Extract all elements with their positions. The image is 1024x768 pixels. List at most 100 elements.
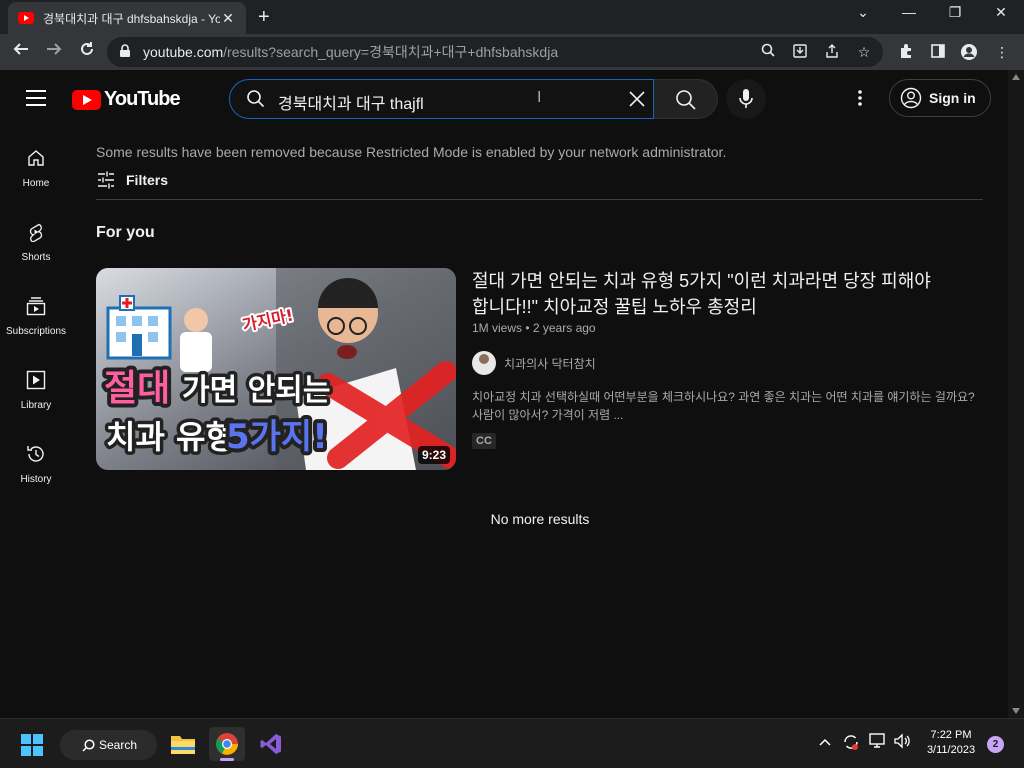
- notification-badge[interactable]: 2: [987, 736, 1004, 753]
- masthead: YouTube 경북대치과 대구 thajfl I Sign in: [0, 70, 1008, 126]
- video-duration: 9:23: [417, 446, 450, 464]
- filters-label: Filters: [126, 172, 169, 188]
- url-path: /results?search_query=경북대치과+대구+dhfsbahsk…: [223, 44, 559, 60]
- history-icon: [27, 446, 44, 462]
- profile-icon[interactable]: [960, 43, 978, 61]
- new-tab-button[interactable]: +: [258, 6, 270, 29]
- search-button[interactable]: [654, 79, 718, 119]
- thumbnail-line2-highlight: 5가지!: [226, 417, 328, 457]
- guide-menu-icon[interactable]: [26, 90, 46, 106]
- youtube-favicon-icon: [18, 12, 34, 24]
- tab-close-icon[interactable]: ✕: [220, 10, 236, 27]
- logo-text: YouTube: [104, 88, 181, 110]
- reload-button[interactable]: [75, 40, 99, 64]
- no-more-results: No more results: [490, 511, 590, 527]
- share-icon[interactable]: [823, 43, 841, 61]
- shorts-icon: [29, 223, 43, 242]
- chrome-menu-icon[interactable]: ⋮: [993, 43, 1011, 61]
- guide-label: History: [20, 474, 52, 485]
- video-title[interactable]: 절대 가면 안되는 치과 유형 5가지 "이런 치과라면 당장 피해야합니다!!…: [472, 268, 942, 320]
- video-description: 치아교정 치과 선택하실때 어떤부분을 체크하시나요? 과연 좋은 치과는 어떤…: [472, 390, 975, 422]
- guide-item-library[interactable]: Library: [0, 348, 72, 422]
- search-icon: [676, 90, 696, 110]
- network-icon[interactable]: [869, 733, 887, 752]
- active-app-indicator: [220, 758, 234, 761]
- thumbnail-line1-text: 가면 안되는: [182, 373, 330, 408]
- guide-item-history[interactable]: History: [0, 422, 72, 496]
- channel-name[interactable]: 치과의사 닥터참치: [504, 355, 596, 372]
- restore-button[interactable]: ❐: [940, 4, 970, 21]
- clock-date: 3/11/2023: [926, 744, 976, 756]
- back-arrow-icon: [13, 43, 28, 55]
- scrollbar[interactable]: [1008, 70, 1024, 718]
- guide-label: Library: [20, 400, 52, 411]
- visual-studio-icon: [260, 734, 281, 754]
- clear-search-icon[interactable]: [626, 88, 648, 110]
- subscriptions-icon: [26, 297, 46, 316]
- chrome-icon: [216, 733, 238, 755]
- text-cursor-icon: I: [537, 89, 542, 106]
- thumbnail-line1-highlight: 절대: [104, 368, 170, 409]
- forward-button[interactable]: [42, 40, 66, 64]
- scroll-down-icon[interactable]: [1012, 708, 1020, 714]
- microphone-icon: [739, 89, 753, 108]
- url-host: youtube.com: [143, 44, 224, 60]
- video-meta: 1M views • 2 years ago: [472, 321, 596, 335]
- scroll-up-icon[interactable]: [1012, 74, 1020, 80]
- home-icon: [28, 150, 44, 166]
- guide-item-home[interactable]: Home: [0, 126, 72, 200]
- account-icon: [900, 87, 922, 109]
- guide-label: Subscriptions: [5, 326, 67, 337]
- lock-icon: [119, 43, 133, 61]
- minimize-button[interactable]: —: [894, 4, 924, 20]
- taskbar-search-label: Search: [99, 738, 138, 752]
- cc-badge: CC: [472, 433, 496, 449]
- divider: [96, 199, 983, 200]
- file-explorer-button[interactable]: [165, 727, 201, 761]
- start-button[interactable]: [21, 734, 43, 761]
- guide-label: Home: [22, 178, 50, 189]
- volume-icon[interactable]: [893, 733, 911, 752]
- settings-menu-icon[interactable]: [850, 88, 870, 108]
- channel-link[interactable]: 치과의사 닥터참치: [472, 351, 596, 375]
- install-app-icon[interactable]: [791, 43, 809, 61]
- side-panel-icon[interactable]: [929, 43, 947, 61]
- channel-avatar[interactable]: [472, 351, 496, 375]
- back-button[interactable]: [9, 40, 33, 64]
- guide-label: Shorts: [21, 252, 51, 263]
- sign-in-label: Sign in: [929, 90, 976, 106]
- restricted-mode-notice: Some results have been removed because R…: [96, 144, 727, 160]
- show-hidden-icons-button[interactable]: [818, 735, 832, 751]
- chrome-taskbar-button[interactable]: [209, 727, 245, 761]
- filters-icon: [98, 171, 114, 189]
- tab-search-icon[interactable]: ⌄: [848, 4, 878, 21]
- chevron-up-icon: [819, 738, 831, 746]
- search-input[interactable]: 경북대치과 대구 thajfl I: [229, 79, 654, 119]
- voice-search-button[interactable]: [726, 79, 766, 119]
- guide-item-shorts[interactable]: Shorts: [0, 200, 72, 274]
- url-text: youtube.com/results?search_query=경북대치과+대…: [143, 42, 558, 62]
- forward-arrow-icon: [47, 43, 62, 55]
- youtube-play-icon: [72, 89, 101, 110]
- tab-title: 경북대치과 대구 dhfsbahskdja - YouTube: [43, 11, 220, 26]
- bookmark-star-icon[interactable]: ☆: [855, 43, 873, 61]
- sign-in-button[interactable]: Sign in: [889, 79, 991, 117]
- zoom-search-icon[interactable]: [759, 43, 777, 61]
- sync-tray-icon[interactable]: [842, 733, 860, 754]
- taskbar-search-button[interactable]: Search: [60, 730, 157, 760]
- youtube-logo[interactable]: YouTube: [72, 88, 181, 111]
- guide-item-subscriptions[interactable]: Subscriptions: [0, 274, 72, 348]
- address-bar[interactable]: youtube.com/results?search_query=경북대치과+대…: [107, 37, 883, 67]
- taskbar-clock[interactable]: 7:22 PM 3/11/2023: [920, 728, 982, 758]
- visual-studio-button[interactable]: [253, 727, 289, 761]
- filters-button[interactable]: Filters: [96, 170, 168, 190]
- windows-taskbar: Search 7:22 PM 3/11/2023 2: [0, 718, 1024, 768]
- browser-tab[interactable]: 경북대치과 대구 dhfsbahskdja - YouTube ✕: [8, 2, 246, 34]
- folder-icon: [171, 736, 195, 754]
- video-thumbnail[interactable]: 가지마! 절대 가면 안되는 치과 유형 5가지! 9:23: [96, 268, 456, 470]
- close-window-button[interactable]: ✕: [986, 4, 1016, 21]
- thumbnail-image: 가지마! 절대 가면 안되는 치과 유형 5가지!: [96, 268, 456, 470]
- windows-start-icon: [21, 734, 43, 756]
- extensions-icon[interactable]: [897, 43, 915, 61]
- reload-icon: [81, 42, 93, 55]
